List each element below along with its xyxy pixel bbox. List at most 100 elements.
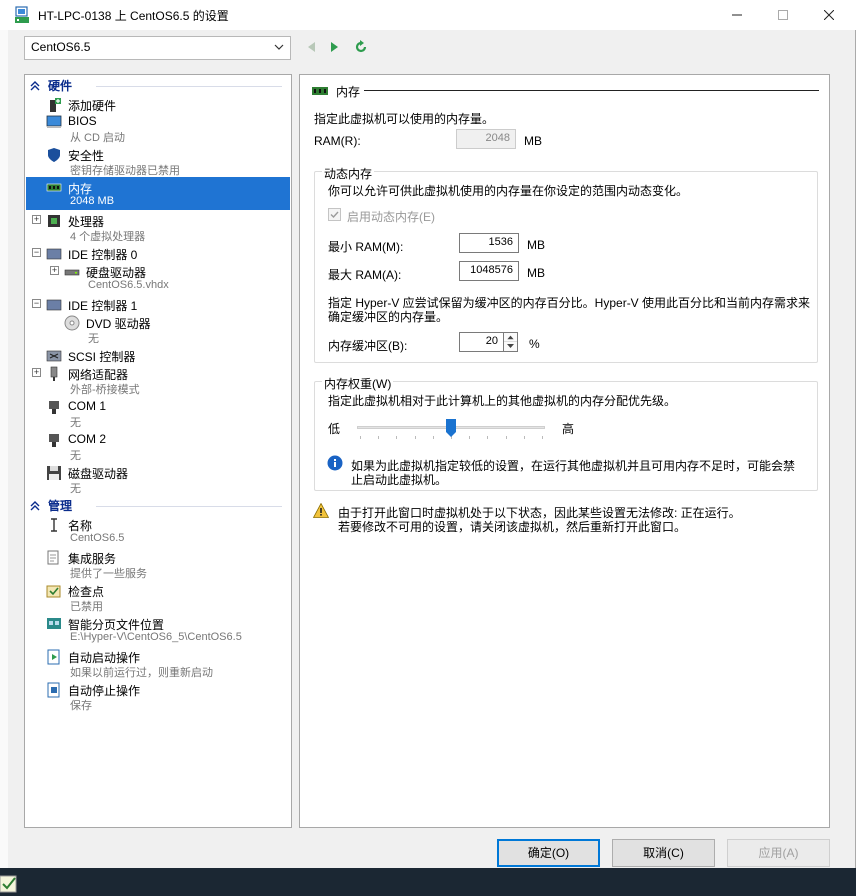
enable-dynamic-checkbox[interactable] — [328, 208, 341, 221]
auto-stop-icon — [47, 682, 60, 698]
window-title: HT-LPC-0138 上 CentOS6.5 的设置 — [38, 9, 229, 23]
tree-item-security[interactable]: 安全性 密钥存储驱动器已禁用 — [26, 144, 290, 177]
refresh-icon[interactable] — [354, 40, 368, 54]
tree-item-memory[interactable]: 内存 2048 MB — [26, 177, 290, 210]
slider-tick — [414, 436, 416, 439]
tree-item-name[interactable]: 名称 CentOS6.5 — [26, 514, 290, 547]
ok-button[interactable]: 确定(O) — [497, 839, 600, 867]
shield-icon — [48, 148, 60, 162]
tree-item-auto-start[interactable]: 自动启动操作 如果以前运行过，则重新启动 — [26, 646, 290, 679]
tree-item-hard-drive[interactable]: + 硬盘驱动器 CentOS6.5.vhdx — [26, 261, 290, 294]
ram-unit: MB — [524, 134, 542, 148]
ide-controller-icon — [46, 248, 62, 260]
spin-up-icon[interactable] — [504, 333, 517, 342]
management-section-header[interactable]: 管理 — [26, 498, 290, 514]
dvd-disc-icon — [64, 315, 80, 331]
buffer-input[interactable]: 20 — [459, 332, 504, 352]
max-ram-label: 最大 RAM(A): — [328, 268, 402, 282]
tree-item-auto-stop[interactable]: 自动停止操作 保存 — [26, 679, 290, 712]
bios-icon — [46, 115, 62, 128]
ram-label: RAM(R): — [314, 134, 361, 148]
vm-selector-value: CentOS6.5 — [31, 40, 91, 54]
name-icon — [51, 518, 57, 532]
min-ram-input[interactable]: 1536 — [459, 233, 519, 253]
expand-icon[interactable]: + — [32, 215, 41, 224]
slider-tick — [360, 436, 361, 439]
checkpoint-icon — [46, 585, 61, 598]
maximize-icon — [778, 10, 788, 20]
close-icon — [824, 10, 834, 20]
weight-low-label: 低 — [328, 422, 341, 436]
spin-down-icon[interactable] — [504, 342, 517, 351]
warning-icon — [313, 503, 329, 518]
enable-dynamic-label: 启用动态内存(E) — [347, 210, 435, 224]
taskbar-app-icon[interactable] — [0, 872, 20, 894]
taskbar — [0, 868, 856, 896]
collapse-icon[interactable]: − — [32, 299, 41, 308]
info-text-line2: 止启动此虚拟机。 — [351, 473, 448, 487]
tree-item-smart-paging[interactable]: 智能分页文件位置 E:\Hyper-V\CentOS6_5\CentOS6.5 — [26, 613, 290, 646]
vm-selector[interactable]: CentOS6.5 — [24, 36, 291, 60]
smart-paging-icon — [47, 618, 61, 629]
cancel-button[interactable]: 取消(C) — [612, 839, 715, 867]
tree-item-dvd-drive[interactable]: DVD 驱动器 无 — [26, 312, 290, 345]
previous-arrow-icon[interactable] — [305, 40, 319, 54]
com-port-icon — [49, 401, 59, 414]
collapse-icon[interactable]: − — [32, 248, 41, 257]
min-ram-label: 最小 RAM(M): — [328, 240, 404, 254]
max-ram-unit: MB — [527, 266, 545, 280]
collapse-chevron-icon — [30, 81, 40, 91]
network-adapter-icon — [50, 366, 58, 381]
weight-high-label: 高 — [562, 422, 575, 436]
hyperv-vm-icon — [15, 6, 29, 23]
memory-intro: 指定此虚拟机可以使用的内存量。 — [314, 112, 495, 126]
expand-icon[interactable]: + — [32, 368, 41, 377]
close-button[interactable] — [806, 0, 852, 30]
max-ram-input[interactable]: 1048576 — [459, 261, 519, 281]
tree-item-checkpoints[interactable]: 检查点 已禁用 — [26, 580, 290, 613]
apply-button[interactable]: 应用(A) — [727, 839, 830, 867]
tree-item-com2[interactable]: COM 2 无 — [26, 429, 290, 462]
ram-input[interactable]: 2048 — [456, 129, 516, 149]
memory-weight-title: 内存权重(W) — [322, 375, 394, 392]
slider-tick — [505, 436, 507, 439]
memory-chip-icon — [46, 183, 62, 192]
memory-weight-desc: 指定此虚拟机相对于此计算机上的其他虚拟机的内存分配优先级。 — [328, 394, 677, 408]
slider-tick — [378, 436, 380, 439]
collapse-chevron-icon — [30, 501, 40, 511]
minimize-icon — [732, 14, 742, 16]
buffer-spinner[interactable] — [504, 332, 518, 352]
dynamic-memory-desc: 你可以允许可供此虚拟机使用的内存量在你设定的范围内动态变化。 — [328, 184, 689, 198]
expand-icon[interactable]: + — [50, 266, 59, 275]
com-port-icon — [49, 434, 59, 447]
next-arrow-icon[interactable] — [327, 40, 341, 54]
tree-item-integration-services[interactable]: 集成服务 提供了一些服务 — [26, 547, 290, 580]
warning-text-line2: 若要修改不可用的设置，请关闭该虚拟机，然后重新打开此窗口。 — [338, 520, 687, 534]
tree-item-processor[interactable]: + 处理器 4 个虚拟处理器 — [26, 210, 290, 243]
memory-weight-thumb[interactable] — [445, 418, 457, 438]
buffer-unit: % — [529, 337, 540, 351]
maximize-button[interactable] — [760, 0, 806, 30]
hard-drive-icon — [64, 269, 80, 276]
settings-tree[interactable]: 硬件 添加硬件 BIOS 从 CD 启动 安全性 密钥存储驱动器已禁用 内存 2… — [24, 74, 292, 828]
auto-start-icon — [47, 649, 60, 665]
background-window-edge — [0, 30, 8, 868]
floppy-disk-icon — [47, 466, 61, 480]
slider-tick — [396, 436, 398, 439]
slider-tick — [487, 436, 489, 439]
chevron-down-icon — [274, 44, 284, 50]
hardware-header-label: 硬件 — [48, 79, 73, 93]
info-icon — [327, 455, 343, 471]
panel-title: 内存 — [336, 85, 361, 99]
tree-item-com1[interactable]: COM 1 无 — [26, 396, 290, 429]
tree-item-network-adapter[interactable]: + 网络适配器 外部-桥接模式 — [26, 363, 290, 396]
min-ram-unit: MB — [527, 238, 545, 252]
slider-tick — [523, 436, 525, 439]
tree-item-bios[interactable]: BIOS 从 CD 启动 — [26, 111, 290, 144]
slider-tick — [432, 436, 434, 439]
hardware-section-header[interactable]: 硬件 — [26, 78, 290, 94]
tree-item-floppy-drive[interactable]: 磁盘驱动器 无 — [26, 462, 290, 495]
memory-chip-icon — [312, 87, 328, 95]
scsi-controller-icon — [46, 350, 62, 362]
minimize-button[interactable] — [714, 0, 760, 30]
